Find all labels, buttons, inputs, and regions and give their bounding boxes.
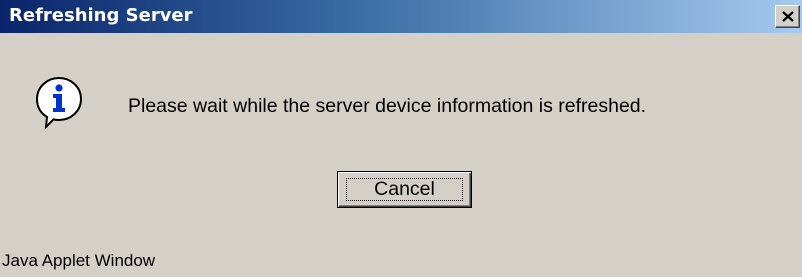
cancel-button-label: Cancel	[374, 178, 435, 200]
cancel-button[interactable]: Cancel	[337, 171, 472, 208]
title-bar[interactable]: Refreshing Server	[0, 0, 802, 33]
window-title: Refreshing Server	[9, 5, 193, 26]
dialog-window: Refreshing Server Please wait while the …	[0, 0, 802, 277]
close-button[interactable]	[775, 5, 800, 28]
dialog-message: Please wait while the server device info…	[128, 95, 647, 117]
close-icon	[782, 11, 794, 22]
info-icon	[35, 76, 83, 130]
applet-warning-label: Java Applet Window	[2, 251, 156, 270]
